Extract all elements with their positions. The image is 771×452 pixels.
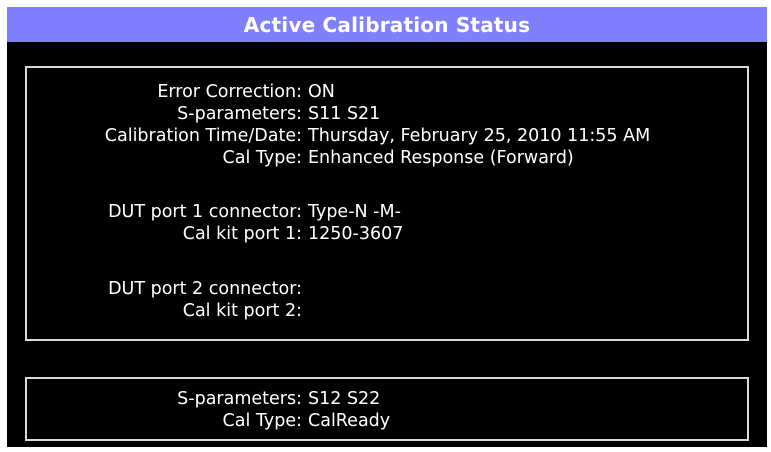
- dut-port-2-connector-row: DUT port 2 connector:: [27, 278, 747, 300]
- cal-type-label-2: Cal Type:: [222, 411, 302, 431]
- dut-port-1-connector-row: DUT port 1 connector: Type-N -M-: [27, 201, 747, 223]
- cal-kit-port-2-label: Cal kit port 2:: [182, 301, 302, 321]
- cal-type-value-2: CalReady: [308, 411, 391, 431]
- forward-calibration-panel: Error Correction: ON S-parameters: S11 S…: [25, 66, 749, 341]
- reverse-calibration-panel: S-parameters: S12 S22 Cal Type: CalReady: [25, 377, 749, 441]
- cal-type-row-2: Cal Type: CalReady: [27, 410, 747, 432]
- calibration-time-date-label: Calibration Time/Date:: [104, 126, 302, 146]
- window-title: Active Calibration Status: [243, 12, 531, 37]
- cal-kit-port-1-value: 1250-3607: [308, 224, 404, 244]
- error-correction-label: Error Correction:: [157, 82, 302, 102]
- s-parameters-value: S11 S21: [308, 104, 381, 124]
- s-parameters-row-2: S-parameters: S12 S22: [27, 388, 747, 410]
- s-parameters-label: S-parameters:: [177, 104, 302, 124]
- calibration-time-date-row: Calibration Time/Date: Thursday, Februar…: [27, 125, 747, 147]
- cal-type-row: Cal Type: Enhanced Response (Forward): [27, 147, 747, 169]
- dut-port-1-connector-value: Type-N -M-: [308, 202, 401, 222]
- calibration-status-window: Active Calibration Status Error Correcti…: [7, 7, 767, 447]
- s-parameters-label-2: S-parameters:: [177, 389, 302, 409]
- cal-kit-port-2-row: Cal kit port 2:: [27, 300, 747, 322]
- error-correction-row: Error Correction: ON: [27, 81, 747, 103]
- title-bar: Active Calibration Status: [7, 7, 767, 42]
- s-parameters-row: S-parameters: S11 S21: [27, 103, 747, 125]
- error-correction-value: ON: [308, 82, 335, 102]
- cal-type-value: Enhanced Response (Forward): [308, 148, 574, 168]
- s-parameters-value-2: S12 S22: [308, 389, 381, 409]
- calibration-time-date-value: Thursday, February 25, 2010 11:55 AM: [308, 126, 651, 146]
- dut-port-1-connector-label: DUT port 1 connector:: [108, 202, 302, 222]
- cal-kit-port-1-row: Cal kit port 1: 1250-3607: [27, 223, 747, 245]
- dut-port-2-connector-label: DUT port 2 connector:: [108, 279, 302, 299]
- cal-type-label: Cal Type:: [222, 148, 302, 168]
- cal-kit-port-1-label: Cal kit port 1:: [182, 224, 302, 244]
